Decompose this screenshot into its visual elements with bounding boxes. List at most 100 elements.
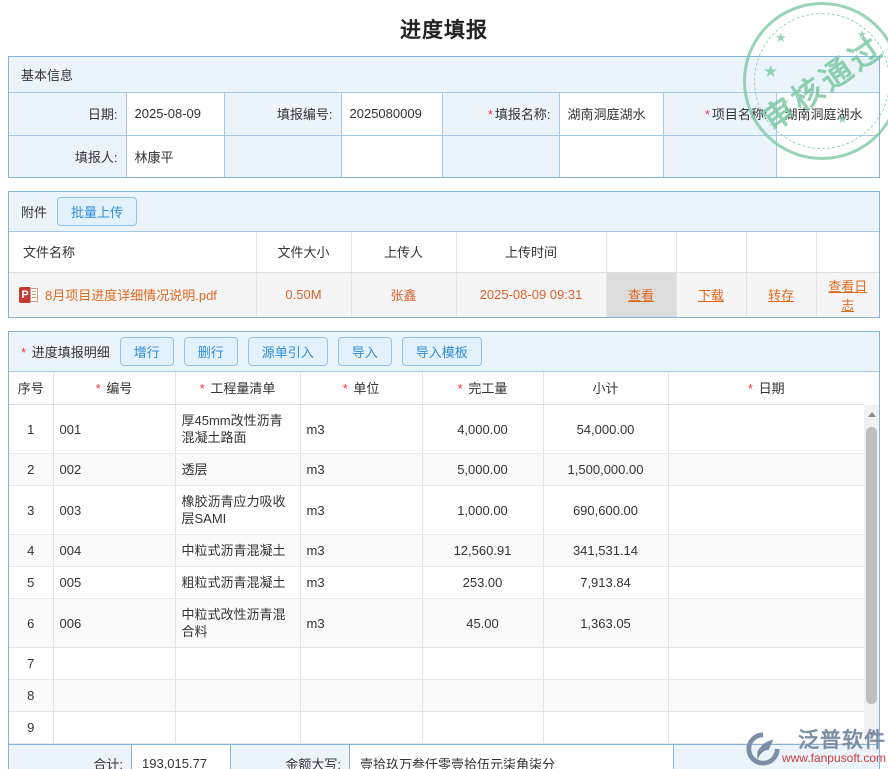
detail-cell[interactable] — [300, 648, 422, 680]
batch-upload-button[interactable]: 批量上传 — [57, 197, 137, 226]
detail-cell[interactable]: 橡胶沥青应力吸收层SAMI — [175, 486, 300, 535]
detail-cell[interactable]: 002 — [53, 454, 175, 486]
detail-cell[interactable] — [668, 680, 864, 712]
detail-cell[interactable]: 1,500,000.00 — [543, 454, 668, 486]
detail-col-header: * 工程量清单 — [175, 372, 300, 405]
detail-cell[interactable]: 4,000.00 — [422, 405, 543, 454]
detail-cell[interactable]: 7,913.84 — [543, 567, 668, 599]
detail-panel: * 进度填报明细 增行 删行 源单引入 导入 导入模板 序号* 编号* 工程量清… — [8, 331, 880, 769]
detail-cell[interactable] — [543, 648, 668, 680]
detail-cell[interactable]: 5,000.00 — [422, 454, 543, 486]
detail-cell[interactable]: 003 — [53, 486, 175, 535]
detail-cell[interactable]: m3 — [300, 599, 422, 648]
detail-cell[interactable] — [53, 712, 175, 744]
report-name-value[interactable]: 湖南洞庭湖水 — [559, 93, 663, 135]
detail-cell[interactable] — [300, 680, 422, 712]
detail-row[interactable]: 7 — [9, 648, 864, 680]
attachments-head-row: 文件名称 文件大小 上传人 上传时间 — [9, 232, 879, 272]
detail-cell[interactable] — [175, 648, 300, 680]
detail-cell[interactable] — [668, 454, 864, 486]
detail-cell[interactable]: m3 — [300, 486, 422, 535]
detail-cell[interactable] — [668, 648, 864, 680]
detail-cell[interactable] — [543, 712, 668, 744]
detail-row[interactable]: 6006中粒式改性沥青混合料m345.001,363.05 — [9, 599, 864, 648]
detail-cell[interactable]: 45.00 — [422, 599, 543, 648]
view-log-link[interactable]: 查看日志 — [828, 279, 867, 313]
detail-cell[interactable] — [668, 486, 864, 535]
detail-cell[interactable]: 253.00 — [422, 567, 543, 599]
add-row-button[interactable]: 增行 — [120, 337, 174, 366]
source-import-button[interactable]: 源单引入 — [248, 337, 328, 366]
detail-cell[interactable] — [543, 680, 668, 712]
view-link[interactable]: 查看 — [628, 288, 654, 303]
detail-cell[interactable]: 1,000.00 — [422, 486, 543, 535]
detail-cell[interactable] — [668, 405, 864, 454]
detail-cell[interactable] — [53, 680, 175, 712]
detail-row[interactable]: 9 — [9, 712, 864, 744]
detail-cell[interactable] — [53, 648, 175, 680]
detail-cell[interactable]: 12,560.91 — [422, 535, 543, 567]
reporter-value[interactable]: 林康平 — [126, 135, 224, 177]
detail-cell[interactable] — [175, 712, 300, 744]
detail-row[interactable]: 4004中粒式沥青混凝土m312,560.91341,531.14 — [9, 535, 864, 567]
scroll-up-arrow-icon[interactable] — [864, 407, 879, 422]
attachment-uploader: 张鑫 — [351, 272, 456, 317]
download-link[interactable]: 下载 — [698, 288, 724, 303]
detail-row[interactable]: 5005粗粒式沥青混凝土m3253.007,913.84 — [9, 567, 864, 599]
detail-head-row: 序号* 编号* 工程量清单* 单位* 完工量小计* 日期 — [9, 372, 864, 405]
detail-cell[interactable]: 厚45mm改性沥青混凝土路面 — [175, 405, 300, 454]
detail-cell[interactable]: 中粒式沥青混凝土 — [175, 535, 300, 567]
detail-cell[interactable]: 1,363.05 — [543, 599, 668, 648]
fanpu-brand: 泛普软件 www.fanpusoft.com — [746, 730, 886, 766]
scroll-thumb[interactable] — [866, 427, 877, 705]
detail-cell[interactable]: 005 — [53, 567, 175, 599]
detail-cell[interactable]: m3 — [300, 405, 422, 454]
report-no-value[interactable]: 2025080009 — [341, 93, 442, 135]
detail-cell[interactable] — [668, 535, 864, 567]
detail-cell[interactable] — [422, 712, 543, 744]
import-button[interactable]: 导入 — [338, 337, 392, 366]
basic-info-table: 日期: 2025-08-09 填报编号: 2025080009 *填报名称: 湖… — [9, 93, 879, 177]
report-name-label-text: 填报名称: — [495, 107, 551, 122]
date-value[interactable]: 2025-08-09 — [126, 93, 224, 135]
fanpu-brand-text: 泛普软件 www.fanpusoft.com — [782, 730, 886, 765]
detail-cell[interactable]: 透层 — [175, 454, 300, 486]
detail-row[interactable]: 2002透层m35,000.001,500,000.00 — [9, 454, 864, 486]
detail-cell[interactable]: m3 — [300, 454, 422, 486]
detail-row[interactable]: 3003橡胶沥青应力吸收层SAMIm31,000.00690,600.00 — [9, 486, 864, 535]
detail-cell[interactable] — [668, 567, 864, 599]
fanpu-brand-name: 泛普软件 — [782, 730, 886, 752]
detail-col-header: * 完工量 — [422, 372, 543, 405]
detail-cell[interactable]: 001 — [53, 405, 175, 454]
detail-cell[interactable]: m3 — [300, 567, 422, 599]
detail-cell[interactable]: 690,600.00 — [543, 486, 668, 535]
attachment-row: P8月项目进度详细情况说明.pdf 0.50M 张鑫 2025-08-09 09… — [9, 272, 879, 317]
detail-cell: 2 — [9, 454, 53, 486]
detail-cell[interactable] — [175, 680, 300, 712]
detail-row[interactable]: 1001厚45mm改性沥青混凝土路面m34,000.0054,000.00 — [9, 405, 864, 454]
detail-cell[interactable] — [300, 712, 422, 744]
detail-cell[interactable]: 341,531.14 — [543, 535, 668, 567]
project-name-value[interactable]: 湖南洞庭湖水 — [776, 93, 879, 135]
detail-cell[interactable]: m3 — [300, 535, 422, 567]
required-asterisk: * — [458, 381, 467, 396]
transfer-link[interactable]: 转存 — [768, 288, 794, 303]
empty-value-cell — [559, 135, 663, 177]
attachment-file-link[interactable]: 8月项目进度详细情况说明.pdf — [45, 288, 217, 303]
detail-cell[interactable]: 粗粒式沥青混凝土 — [175, 567, 300, 599]
detail-col-header: * 编号 — [53, 372, 175, 405]
detail-cell[interactable] — [422, 648, 543, 680]
detail-cell[interactable]: 中粒式改性沥青混合料 — [175, 599, 300, 648]
vertical-scrollbar[interactable] — [864, 405, 879, 745]
delete-row-button[interactable]: 删行 — [184, 337, 238, 366]
detail-row[interactable]: 8 — [9, 680, 864, 712]
empty-label-cell — [442, 135, 559, 177]
detail-cell[interactable]: 006 — [53, 599, 175, 648]
required-asterisk: * — [96, 381, 105, 396]
detail-cell[interactable]: 004 — [53, 535, 175, 567]
import-template-button[interactable]: 导入模板 — [402, 337, 482, 366]
detail-cell[interactable] — [668, 599, 864, 648]
detail-cell[interactable] — [422, 680, 543, 712]
detail-cell[interactable]: 54,000.00 — [543, 405, 668, 454]
reporter-label-text: 填报人: — [75, 150, 118, 165]
